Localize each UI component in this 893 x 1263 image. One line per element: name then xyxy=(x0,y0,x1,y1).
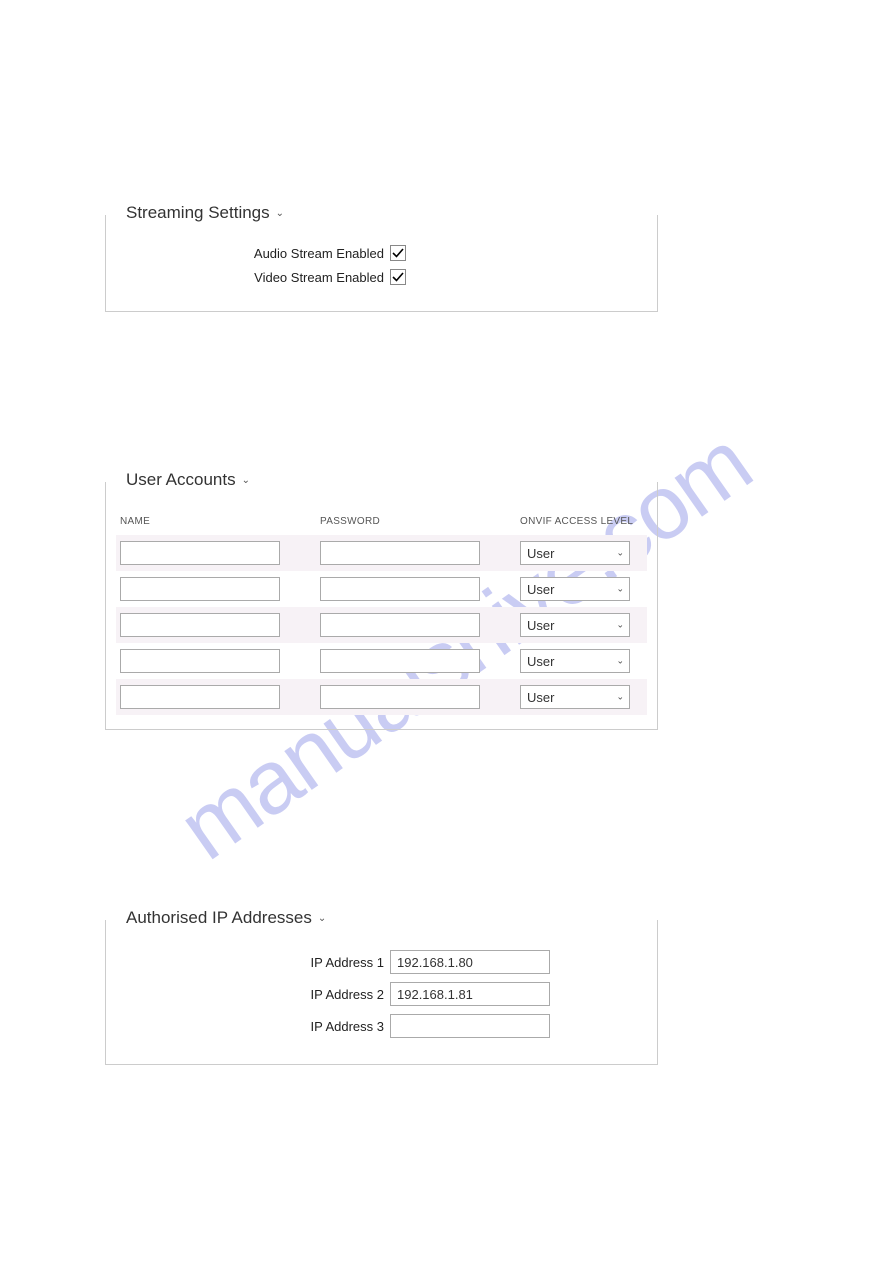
password-input[interactable] xyxy=(320,685,480,709)
name-input[interactable] xyxy=(120,577,280,601)
user-row: User ⌄ xyxy=(116,643,647,679)
ip-address-label: IP Address 1 xyxy=(122,955,390,970)
user-row: User ⌄ xyxy=(116,571,647,607)
name-input[interactable] xyxy=(120,685,280,709)
header-onvif-level: ONVIF ACCESS LEVEL xyxy=(520,516,647,527)
ip-address-input[interactable] xyxy=(390,950,550,974)
authorised-ip-title: Authorised IP Addresses ⌄ xyxy=(106,908,332,928)
password-input[interactable] xyxy=(320,577,480,601)
user-accounts-panel: User Accounts ⌄ NAME PASSWORD ONVIF ACCE… xyxy=(105,482,658,730)
audio-stream-checkbox[interactable] xyxy=(390,245,406,261)
streaming-settings-header[interactable]: Streaming Settings ⌄ xyxy=(106,203,657,223)
ip-address-row: IP Address 2 xyxy=(122,982,641,1006)
name-input[interactable] xyxy=(120,613,280,637)
streaming-settings-title: Streaming Settings ⌄ xyxy=(106,203,290,223)
password-input[interactable] xyxy=(320,613,480,637)
onvif-level-select[interactable]: User xyxy=(520,649,630,673)
onvif-level-select[interactable]: User xyxy=(520,685,630,709)
user-row: User ⌄ xyxy=(116,679,647,715)
ip-title-label: Authorised IP Addresses xyxy=(126,908,312,928)
user-accounts-header[interactable]: User Accounts ⌄ xyxy=(106,470,657,490)
authorised-ip-header[interactable]: Authorised IP Addresses ⌄ xyxy=(106,908,657,928)
onvif-level-select-wrap: User ⌄ xyxy=(520,577,630,601)
onvif-level-select-wrap: User ⌄ xyxy=(520,613,630,637)
header-name: NAME xyxy=(120,516,320,527)
password-input[interactable] xyxy=(320,649,480,673)
onvif-level-select[interactable]: User xyxy=(520,577,630,601)
header-password: PASSWORD xyxy=(320,516,520,527)
name-input[interactable] xyxy=(120,649,280,673)
ip-address-input[interactable] xyxy=(390,1014,550,1038)
audio-stream-row: Audio Stream Enabled xyxy=(122,245,641,261)
streaming-settings-body: Audio Stream Enabled Video Stream Enable… xyxy=(106,235,657,311)
checkmark-icon xyxy=(392,247,404,259)
authorised-ip-body: IP Address 1 IP Address 2 IP Address 3 xyxy=(106,940,657,1064)
chevron-down-icon: ⌄ xyxy=(276,208,284,219)
chevron-down-icon: ⌄ xyxy=(242,475,250,486)
video-stream-row: Video Stream Enabled xyxy=(122,269,641,285)
users-title-label: User Accounts xyxy=(126,470,236,490)
video-stream-label: Video Stream Enabled xyxy=(122,270,390,285)
streaming-title-label: Streaming Settings xyxy=(126,203,270,223)
authorised-ip-panel: Authorised IP Addresses ⌄ IP Address 1 I… xyxy=(105,920,658,1065)
user-row: User ⌄ xyxy=(116,535,647,571)
onvif-level-select-wrap: User ⌄ xyxy=(520,541,630,565)
ip-address-input[interactable] xyxy=(390,982,550,1006)
ip-address-row: IP Address 1 xyxy=(122,950,641,974)
users-table-header: NAME PASSWORD ONVIF ACCESS LEVEL xyxy=(116,512,647,535)
user-accounts-title: User Accounts ⌄ xyxy=(106,470,256,490)
user-row: User ⌄ xyxy=(116,607,647,643)
ip-address-label: IP Address 2 xyxy=(122,987,390,1002)
onvif-level-select[interactable]: User xyxy=(520,613,630,637)
ip-address-label: IP Address 3 xyxy=(122,1019,390,1034)
streaming-settings-panel: Streaming Settings ⌄ Audio Stream Enable… xyxy=(105,215,658,312)
checkmark-icon xyxy=(392,271,404,283)
ip-address-row: IP Address 3 xyxy=(122,1014,641,1038)
onvif-level-select-wrap: User ⌄ xyxy=(520,649,630,673)
password-input[interactable] xyxy=(320,541,480,565)
video-stream-checkbox[interactable] xyxy=(390,269,406,285)
user-accounts-body: NAME PASSWORD ONVIF ACCESS LEVEL User ⌄ … xyxy=(106,502,657,729)
onvif-level-select[interactable]: User xyxy=(520,541,630,565)
chevron-down-icon: ⌄ xyxy=(318,913,326,924)
name-input[interactable] xyxy=(120,541,280,565)
audio-stream-label: Audio Stream Enabled xyxy=(122,246,390,261)
onvif-level-select-wrap: User ⌄ xyxy=(520,685,630,709)
